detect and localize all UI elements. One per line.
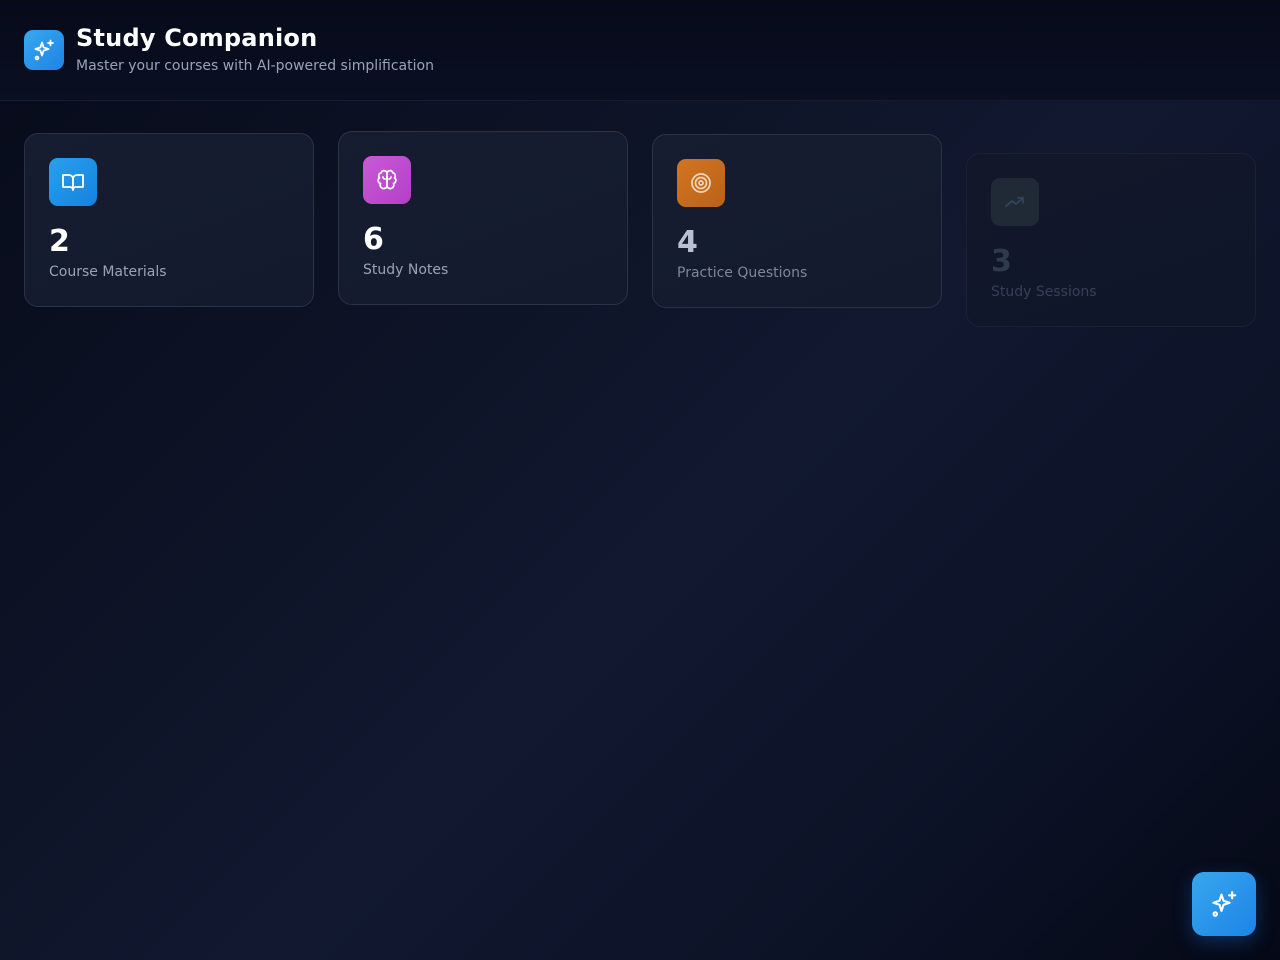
brain-icon <box>377 169 397 190</box>
stat-icon-box <box>677 159 725 207</box>
sparkles-icon <box>1212 891 1237 917</box>
stat-label: Study Notes <box>363 262 449 278</box>
sparkles-icon <box>34 39 54 61</box>
app-title: Study Companion <box>76 24 318 52</box>
app-logo <box>24 30 64 70</box>
stat-card-study-sessions[interactable]: 3 Study Sessions <box>966 153 1256 327</box>
stat-label: Study Sessions <box>991 284 1097 300</box>
ai-assistant-button[interactable] <box>1192 872 1256 936</box>
book-open-icon <box>62 174 84 191</box>
stat-value: 3 <box>991 244 1012 279</box>
target-icon <box>691 173 711 193</box>
stat-value: 4 <box>677 225 698 260</box>
stat-icon-box <box>49 158 97 206</box>
stat-value: 2 <box>49 224 70 259</box>
app-subtitle: Master your courses with AI-powered simp… <box>76 58 434 74</box>
stat-icon-box <box>991 178 1039 226</box>
stat-label: Practice Questions <box>677 265 808 281</box>
trending-up-icon <box>1005 197 1024 207</box>
stat-label: Course Materials <box>49 264 167 280</box>
stat-icon-box <box>363 156 411 204</box>
stat-card-practice-questions[interactable]: 4 Practice Questions <box>652 134 942 308</box>
stat-card-course-materials[interactable]: 2 Course Materials <box>24 133 314 307</box>
stat-value: 6 <box>363 222 384 257</box>
app-header: Study Companion Master your courses with… <box>0 0 1280 101</box>
stat-card-study-notes[interactable]: 6 Study Notes <box>338 131 628 305</box>
